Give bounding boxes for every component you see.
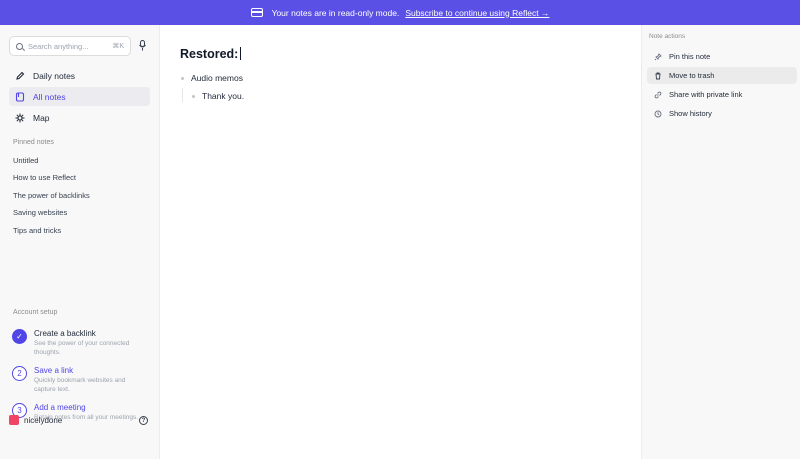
pinned-note[interactable]: How to use Reflect <box>13 173 76 182</box>
pinned-note[interactable]: The power of backlinks <box>13 191 90 200</box>
list-item[interactable]: Audio memos <box>181 73 243 83</box>
avatar <box>9 415 19 425</box>
subscribe-link[interactable]: Subscribe to continue using Reflect → <box>405 8 549 18</box>
trash-icon <box>654 72 662 80</box>
search-placeholder: Search anything... <box>28 41 89 51</box>
user-menu[interactable]: nicelydone <box>9 415 62 425</box>
move-to-trash-button[interactable]: Move to trash <box>647 67 797 84</box>
show-history-button[interactable]: Show history <box>647 105 797 122</box>
username: nicelydone <box>24 415 63 425</box>
notes-icon <box>15 91 25 102</box>
nav-label: All notes <box>33 91 66 102</box>
setup-desc: See the power of your connected thoughts… <box>34 340 130 356</box>
text-caret <box>240 47 242 60</box>
history-icon <box>654 110 662 118</box>
banner-message: Your notes are in read-only mode. <box>271 7 400 18</box>
note-title-text: Restored: <box>180 47 239 61</box>
microphone-icon[interactable] <box>139 40 146 51</box>
note-actions-panel: Note actions Pin this note Move to trash… <box>641 25 800 459</box>
search-icon <box>16 42 23 50</box>
map-icon <box>15 113 25 123</box>
credit-card-icon <box>250 8 263 17</box>
setup-desc: Quickly bookmark websites and capture te… <box>34 377 126 393</box>
nav-daily-notes[interactable]: Daily notes <box>9 66 150 85</box>
note-title[interactable]: Restored: <box>180 47 242 61</box>
action-label: Share with private link <box>669 90 743 99</box>
nav-all-notes[interactable]: All notes <box>9 87 150 106</box>
list-item[interactable]: Thank you. <box>192 91 244 101</box>
search-input[interactable]: Search anything... ⌘K <box>9 36 131 56</box>
search-shortcut: ⌘K <box>112 43 124 50</box>
pinned-notes-heading: Pinned notes <box>13 139 54 146</box>
pin-icon <box>654 52 662 61</box>
indent-guide <box>182 88 183 102</box>
action-label: Pin this note <box>669 52 711 61</box>
nav-map[interactable]: Map <box>9 108 150 127</box>
account-setup-heading: Account setup <box>13 309 58 316</box>
note-editor[interactable]: Restored: Audio memos Thank you. <box>160 25 641 459</box>
bullet-icon <box>192 94 195 98</box>
nav-label: Daily notes <box>33 70 76 81</box>
pinned-note[interactable]: Untitled <box>13 156 38 165</box>
step-number: 2 <box>12 366 27 381</box>
setup-title[interactable]: Save a link <box>34 366 73 375</box>
setup-title: Create a backlink <box>34 329 96 338</box>
check-icon: ✓ <box>12 329 27 344</box>
action-label: Move to trash <box>669 71 715 80</box>
bullet-icon <box>181 76 184 80</box>
pinned-note[interactable]: Saving websites <box>13 208 67 217</box>
pinned-note[interactable]: Tips and tricks <box>13 226 61 235</box>
read-only-banner: Your notes are in read-only mode. Subscr… <box>0 0 800 25</box>
share-link-button[interactable]: Share with private link <box>647 86 797 103</box>
link-icon <box>654 91 662 99</box>
action-label: Show history <box>669 109 712 118</box>
nav-label: Map <box>33 112 50 123</box>
help-icon[interactable]: ? <box>139 416 148 425</box>
pencil-icon <box>15 71 25 81</box>
list-item-text: Thank you. <box>202 91 245 101</box>
pin-note-button[interactable]: Pin this note <box>647 48 797 65</box>
sidebar: Search anything... ⌘K Daily notes All no… <box>0 25 160 459</box>
note-actions-heading: Note actions <box>649 33 686 40</box>
setup-title[interactable]: Add a meeting <box>34 403 86 412</box>
list-item-text: Audio memos <box>191 73 243 83</box>
